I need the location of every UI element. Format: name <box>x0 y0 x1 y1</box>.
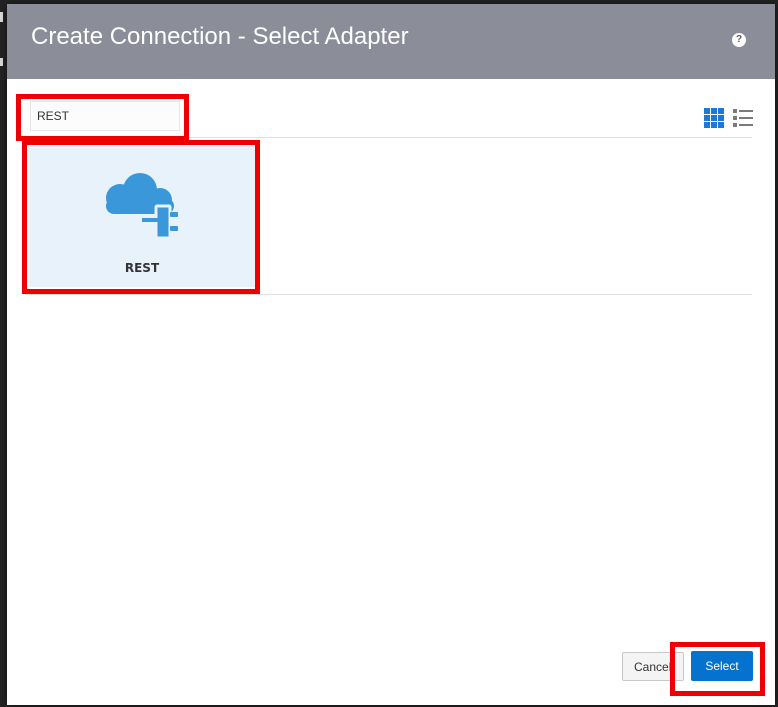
cloud-plug-icon <box>106 173 178 238</box>
dialog-header: Create Connection - Select Adapter ? <box>7 4 775 79</box>
background-edge <box>0 58 3 66</box>
dialog-title: Create Connection - Select Adapter <box>31 23 409 50</box>
adapter-card-label: REST <box>124 261 160 275</box>
select-button[interactable]: Select <box>691 651 753 681</box>
adapter-card-rest[interactable]: REST <box>29 146 255 287</box>
help-icon[interactable]: ? <box>732 33 746 47</box>
cancel-button[interactable]: Cancel <box>622 652 684 681</box>
results-divider <box>25 294 752 295</box>
grid-view-icon[interactable] <box>704 108 724 128</box>
create-connection-dialog: Create Connection - Select Adapter ? RES… <box>7 4 775 705</box>
toolbar-divider <box>25 137 752 138</box>
background-edge <box>0 12 3 22</box>
list-view-icon[interactable] <box>733 108 753 128</box>
adapter-search-input[interactable] <box>30 101 180 131</box>
background-window: Create Connection - Select Adapter ? RES… <box>0 0 778 707</box>
